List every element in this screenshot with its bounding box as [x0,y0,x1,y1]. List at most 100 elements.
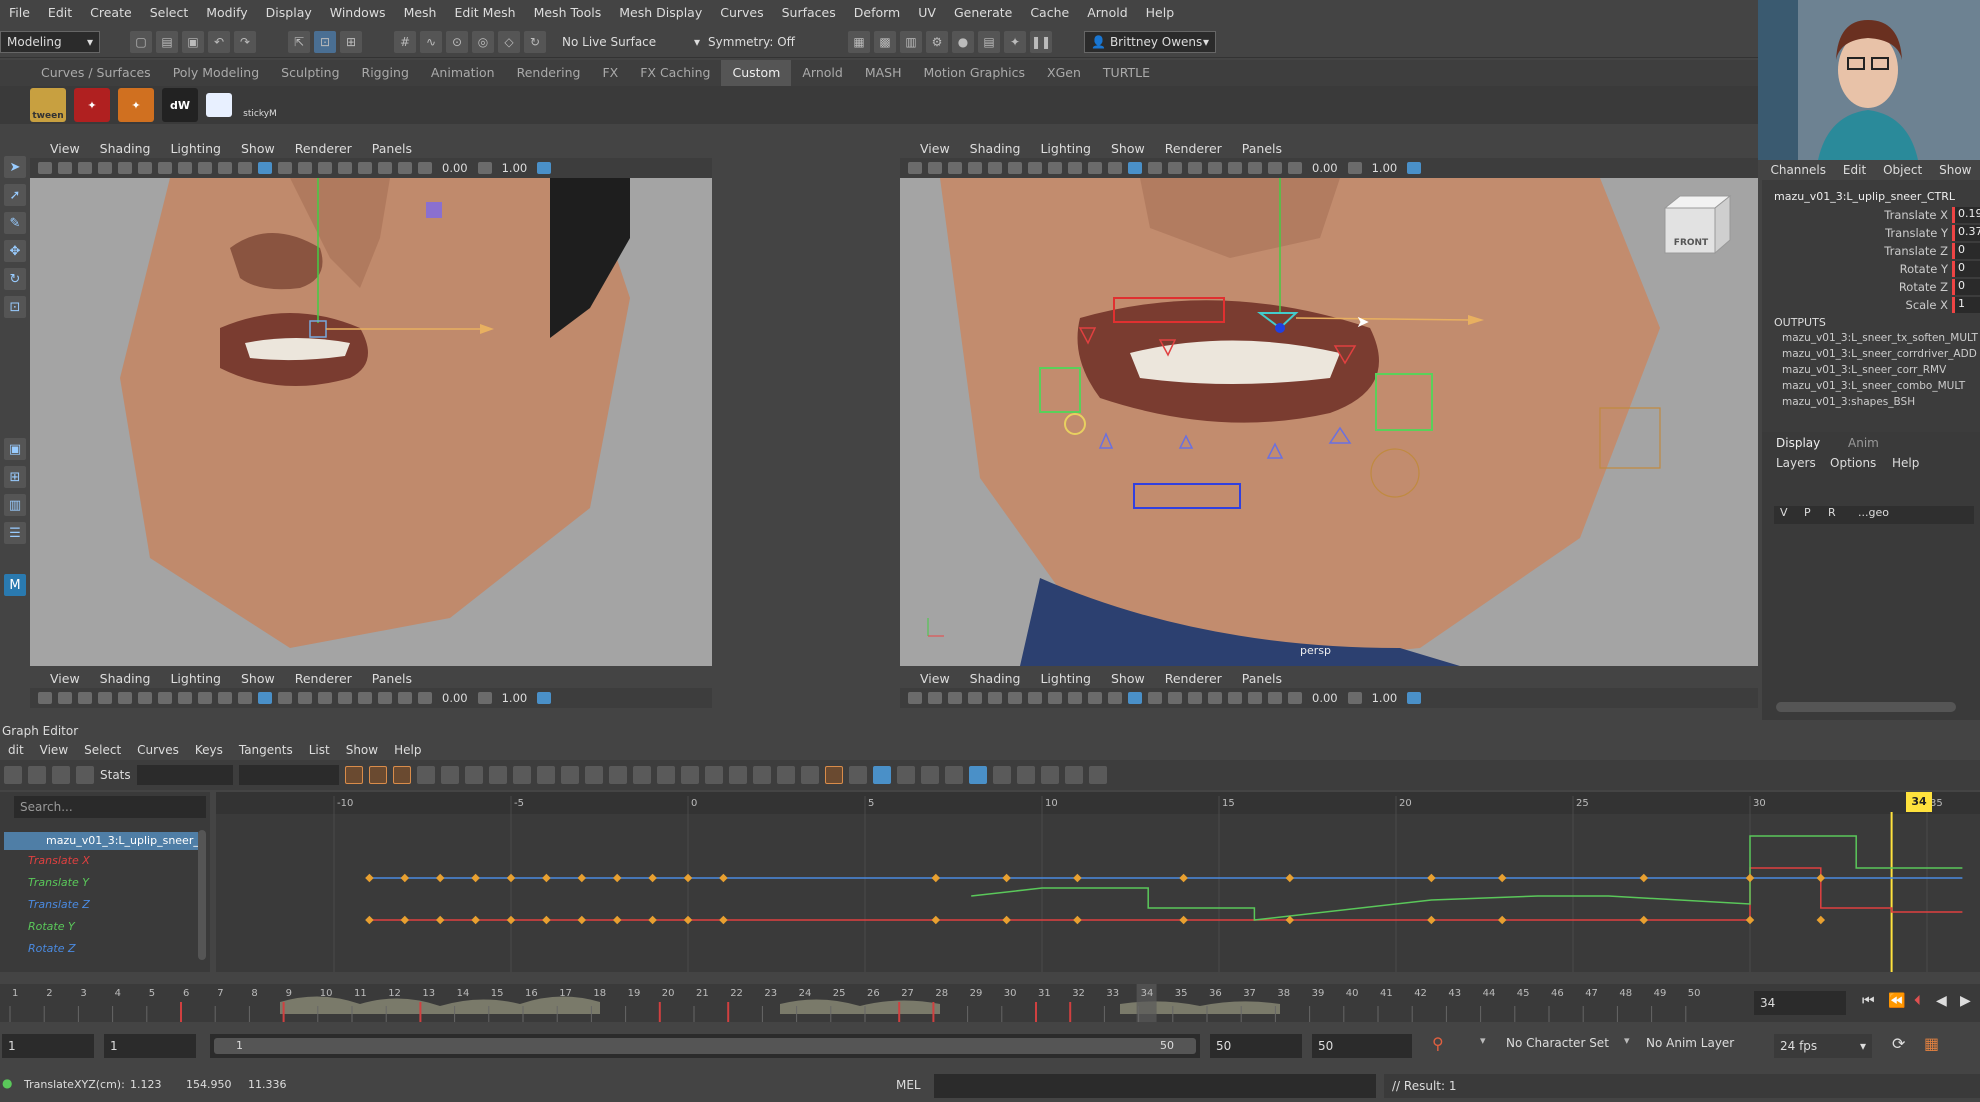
step-back-frame-icon[interactable]: ⏴ [1914,993,1921,1009]
menu-surfaces[interactable]: Surfaces [773,0,845,26]
wireframe-shaded-icon[interactable] [1148,692,1162,704]
snap-view-icon[interactable]: ◎ [472,30,494,53]
tween-machine-button[interactable]: tween [30,88,66,122]
resolution-gate-icon[interactable] [1028,162,1042,174]
script-language-label[interactable]: MEL [896,1078,921,1092]
lattice-icon[interactable] [52,766,70,784]
gamma-field[interactable]: 1.00 [1368,691,1402,705]
frame-selection-icon[interactable] [896,766,915,784]
viewport-persp[interactable]: View Shading Lighting Show Renderer Pane… [900,138,1758,666]
sticky-tool-button[interactable]: stickyM [240,88,280,122]
lock-weight-icon[interactable] [584,766,603,784]
region-icon[interactable] [76,766,94,784]
vp-menu-panels[interactable]: Panels [362,141,422,156]
play-forwards-icon[interactable]: ▶ [1960,993,1971,1009]
vp-menu-show[interactable]: Show [231,671,285,686]
wireframe-shaded-icon[interactable] [278,162,292,174]
viewport-bottom-right[interactable]: View Shading Lighting Show Renderer Pane… [900,668,1758,714]
shelf-tab-arnold[interactable]: Arnold [791,60,853,86]
attr-rotate-y-value[interactable]: 0 [1952,261,1980,277]
vp-menu-shading[interactable]: Shading [90,671,161,686]
attr-scale-x-value[interactable]: 1 [1952,297,1980,313]
time-slider[interactable]: 1 2 3 4 5 6 7 8 9 10 11 12 13 14 15 16 17 18 19 20 21 22 23 24 2… [0,984,1980,1022]
bookmark-icon[interactable] [78,162,92,174]
camera-attr-icon[interactable] [928,692,942,704]
clamped-tangent-icon[interactable] [392,766,411,784]
lights-icon[interactable] [318,162,332,174]
stats-value-field[interactable] [238,765,339,785]
animation-end-field[interactable]: 50 [1312,1034,1412,1058]
swap-buffer-icon[interactable] [632,766,651,784]
rotate-tool-icon[interactable]: ↻ [4,268,26,290]
vp-menu-panels[interactable]: Panels [362,671,422,686]
step-back-key-icon[interactable]: ⏪ [1888,993,1905,1009]
bookmark-icon[interactable] [948,162,962,174]
vp-menu-view[interactable]: View [910,141,960,156]
shelf-tab-rendering[interactable]: Rendering [506,60,592,86]
curve-view-icon[interactable] [848,766,867,784]
playback-start-field[interactable]: 1 [104,1034,196,1058]
redo-icon[interactable]: ↷ [234,30,256,53]
gamma-icon[interactable] [1347,692,1362,704]
gamma-field[interactable]: 1.00 [498,691,532,705]
smooth-shade-icon[interactable] [1128,692,1142,704]
safe-action-icon[interactable] [218,692,232,704]
shelf-tool-orange-button[interactable]: ✦ [118,88,154,122]
resample-icon[interactable] [1088,766,1107,784]
image-plane-icon[interactable] [98,162,112,174]
shelf-tab-animation[interactable]: Animation [420,60,506,86]
vp-menu-show[interactable]: Show [1101,671,1155,686]
attr-translate-z-label[interactable]: Translate Z [1762,244,1962,258]
vp-menu-renderer[interactable]: Renderer [285,141,362,156]
color-management-icon[interactable] [1407,692,1422,704]
step-tangent-icon[interactable] [464,766,483,784]
trax-icon[interactable] [800,766,819,784]
render-frame-icon[interactable]: ▦ [848,30,870,53]
plateau-tangent-icon[interactable] [488,766,507,784]
camera-icon[interactable] [908,162,922,174]
wireframe-shaded-icon[interactable] [278,692,292,704]
vp-menu-lighting[interactable]: Lighting [160,141,231,156]
vp-menu-lighting[interactable]: Lighting [1030,671,1101,686]
cb-menu-object[interactable]: Object [1883,163,1922,177]
attr-rotate-y-label[interactable]: Rotate Y [1762,262,1962,276]
xray-icon[interactable] [358,162,372,174]
textured-icon[interactable] [1168,162,1182,174]
graph-curves[interactable]: -10 -5 0 5 10 15 20 25 30 35 [216,792,1980,972]
vp-menu-panels[interactable]: Panels [1232,141,1292,156]
auto-key-icon[interactable]: ⚲ [1432,1034,1444,1053]
paint-select-icon[interactable]: ✎ [4,212,26,234]
open-scene-icon[interactable]: ▤ [156,30,178,53]
menu-generate[interactable]: Generate [945,0,1021,26]
outliner-scrollbar[interactable] [198,830,206,960]
shelf-tab-xgen[interactable]: XGen [1036,60,1092,86]
pause-icon[interactable]: ❚❚ [1030,30,1052,53]
graph-editor-canvas[interactable]: -10 -5 0 5 10 15 20 25 30 35 34 [216,792,1980,972]
shelf-tool-white-button[interactable] [206,93,232,117]
shadows-icon[interactable] [1208,692,1222,704]
animation-start-field[interactable]: 1 [2,1034,94,1058]
xray-joints-icon[interactable] [378,692,392,704]
shelf-tab-mash[interactable]: MASH [854,60,913,86]
menu-curves[interactable]: Curves [711,0,772,26]
wireframe-icon[interactable] [1108,692,1122,704]
menu-cache[interactable]: Cache [1021,0,1078,26]
cb-menu-channels[interactable]: Channels [1770,163,1826,177]
cb-menu-show[interactable]: Show [1939,163,1971,177]
range-slider[interactable]: 1 50 [210,1034,1200,1058]
character-set-dropdown[interactable]: No Character Set [1506,1036,1609,1050]
gamma-icon[interactable] [1347,162,1362,174]
safe-action-icon[interactable] [218,162,232,174]
search-graph-icon[interactable] [992,766,1011,784]
wireframe-shaded-icon[interactable] [1148,162,1162,174]
spline-tangent-icon[interactable] [368,766,387,784]
live-surface-field[interactable]: No Live Surface [556,31,678,53]
gate-mask-icon[interactable] [178,162,192,174]
flat-tangent-icon[interactable] [440,766,459,784]
smooth-shade-icon[interactable] [1128,162,1142,174]
viewport-left[interactable]: View Shading Lighting Show Renderer Pane… [30,138,712,666]
buffer-curve-icon[interactable] [608,766,627,784]
attr-translate-z-value[interactable]: 0 [1952,243,1980,259]
layer-tab-display[interactable]: Display [1776,436,1820,450]
menu-edit-mesh[interactable]: Edit Mesh [445,0,524,26]
